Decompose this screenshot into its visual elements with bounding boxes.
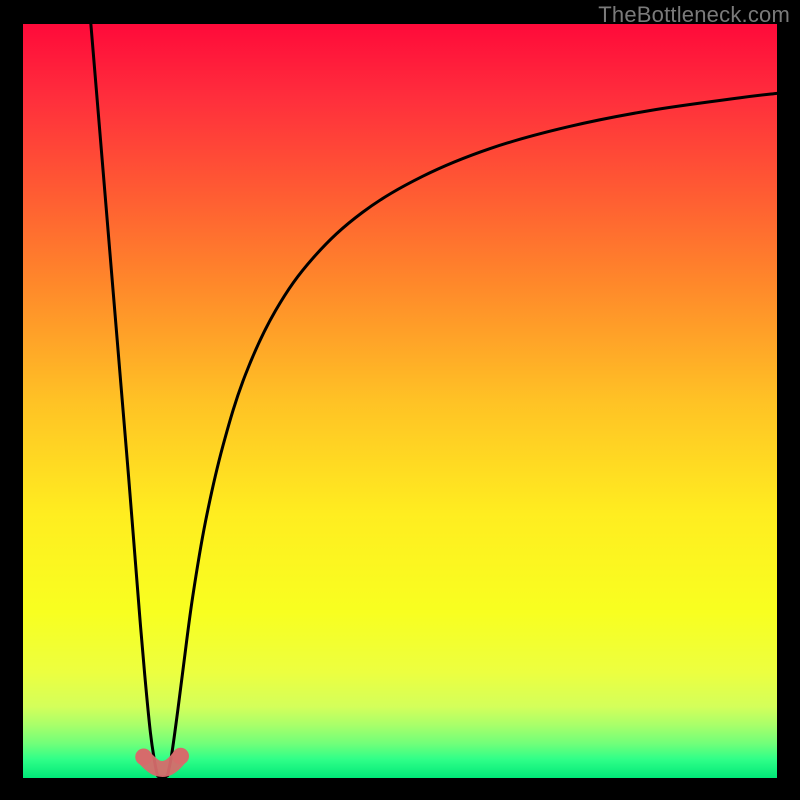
outer-frame: TheBottleneck.com bbox=[0, 0, 800, 800]
watermark-text: TheBottleneck.com bbox=[598, 2, 790, 28]
chart-svg bbox=[23, 24, 777, 778]
gradient-background bbox=[23, 24, 777, 778]
plot-area bbox=[23, 24, 777, 778]
